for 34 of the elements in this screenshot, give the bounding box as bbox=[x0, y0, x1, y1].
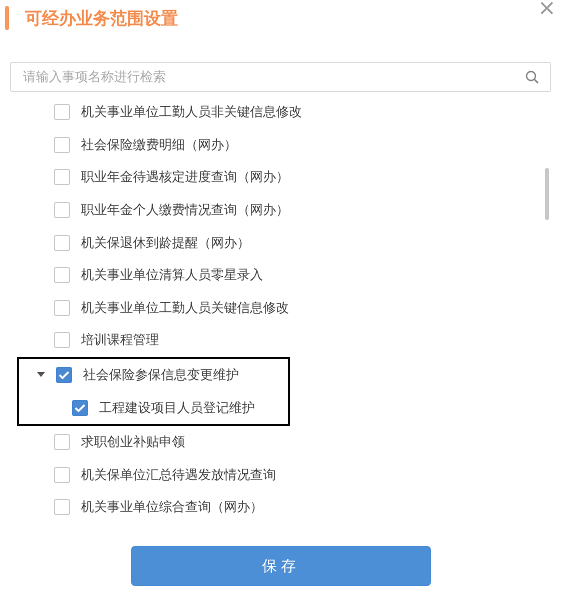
item-label: 机关事业单位工勤人员关键信息修改 bbox=[81, 300, 289, 317]
checkbox[interactable] bbox=[54, 332, 70, 348]
item-label: 机关保单位汇总待遇发放情况查询 bbox=[81, 466, 276, 484]
checkbox[interactable] bbox=[72, 400, 88, 416]
item-label: 社会保险参保信息变更维护 bbox=[83, 367, 239, 384]
checkbox[interactable] bbox=[54, 202, 70, 218]
title-accent-bar bbox=[5, 6, 9, 30]
checkbox[interactable] bbox=[54, 466, 70, 483]
item-label: 求职创业补贴申领 bbox=[81, 434, 185, 452]
checkbox[interactable] bbox=[54, 434, 70, 450]
caret-icon[interactable] bbox=[37, 372, 45, 378]
item-label: 机关事业单位工勤人员非关键信息修改 bbox=[81, 104, 302, 122]
item-label: 职业年金待遇核定进度查询（网办） bbox=[81, 169, 289, 186]
item-label: 机关事业单位清算人员零星录入 bbox=[81, 267, 263, 284]
scrollbar[interactable] bbox=[545, 168, 549, 220]
item-label: 机关事业单位综合查询（网办） bbox=[81, 499, 263, 516]
item-label: 社会保险缴费明细（网办） bbox=[81, 136, 237, 154]
item-label: 工程建设项目人员登记维护 bbox=[99, 400, 255, 417]
item-label: 职业年金个人缴费情况查询（网办） bbox=[81, 202, 289, 220]
save-button[interactable]: 保存 bbox=[131, 546, 431, 586]
checkbox[interactable] bbox=[54, 169, 70, 186]
checkbox[interactable] bbox=[54, 234, 70, 251]
search-icon bbox=[525, 70, 539, 84]
checkbox[interactable] bbox=[56, 367, 72, 384]
checkbox[interactable] bbox=[54, 267, 70, 284]
close-button[interactable]: × bbox=[534, 0, 560, 21]
search-field[interactable]: 请输入事项名称进行检索 bbox=[10, 62, 551, 92]
dialog-title: 可经办业务范围设置 bbox=[25, 8, 178, 30]
item-label: 机关保退休到龄提醒（网办） bbox=[81, 234, 250, 252]
checkbox[interactable] bbox=[54, 300, 70, 316]
checkbox[interactable] bbox=[54, 136, 70, 153]
checkbox[interactable] bbox=[54, 499, 70, 516]
item-label: 培训课程管理 bbox=[81, 332, 159, 350]
checkbox[interactable] bbox=[54, 104, 70, 120]
